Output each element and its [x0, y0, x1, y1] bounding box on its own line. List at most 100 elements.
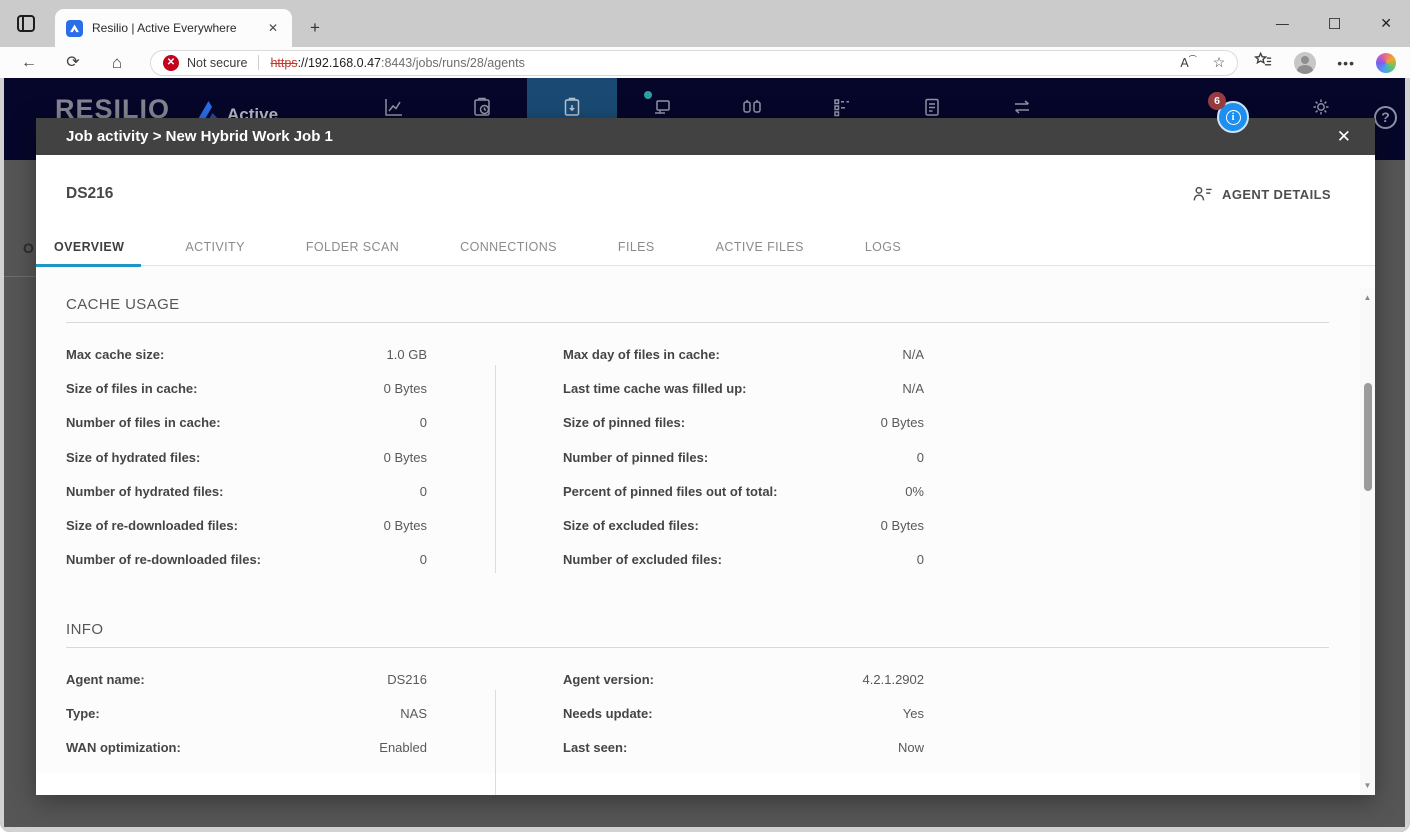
table-row: Size of re-downloaded files:0 Bytes	[66, 508, 427, 542]
modal-breadcrumb-title: Job activity > New Hybrid Work Job 1	[66, 128, 333, 145]
info-icon: i	[1226, 110, 1241, 125]
home-icon[interactable]: ⌂	[106, 55, 128, 71]
section-rule	[66, 647, 1329, 648]
section-rule	[66, 322, 1329, 323]
profile-avatar[interactable]	[1294, 52, 1316, 74]
notification-badge: 6	[1208, 92, 1226, 110]
favorite-star-icon[interactable]: ☆	[1213, 54, 1226, 71]
groups-icon[interactable]	[741, 96, 763, 118]
tab-logs[interactable]: LOGS	[865, 240, 901, 254]
table-row: Agent version:4.2.1.2902	[563, 662, 924, 696]
address-bar[interactable]: ✕ Not secure https://192.168.0.47:8443/j…	[150, 50, 1238, 76]
table-row: Last time cache was filled up:N/A	[563, 371, 924, 405]
scroll-up-icon[interactable]: ▲	[1360, 293, 1375, 302]
help-icon[interactable]: ?	[1374, 106, 1397, 129]
browser-toolbar: ← ⟳ ⌂ ✕ Not secure https://192.168.0.47:…	[0, 47, 1410, 78]
refresh-icon[interactable]: ⟳	[62, 55, 84, 71]
column-divider	[495, 690, 496, 795]
browser-window: Resilio | Active Everywhere ✕ + — ☐ ✕ ← …	[0, 0, 1410, 832]
cache-left-column: Max cache size:1.0 GB Size of files in c…	[66, 337, 427, 577]
dashboard-chart-icon[interactable]	[383, 96, 405, 118]
settings-menu-icon[interactable]: •••	[1337, 55, 1355, 71]
table-row: Needs update:Yes	[563, 696, 924, 730]
collections-icon[interactable]	[1254, 51, 1273, 75]
table-row: Size of files in cache:0 Bytes	[66, 371, 427, 405]
tab-files[interactable]: FILES	[618, 240, 655, 254]
cache-usage-section: CACHE USAGE Max cache size:1.0 GB Size o…	[66, 296, 1329, 577]
read-aloud-icon[interactable]: A⌒	[1180, 54, 1196, 70]
tab-overview[interactable]: OVERVIEW	[54, 240, 124, 254]
modal-scrollbar[interactable]: ▲ ▼	[1360, 288, 1375, 795]
window-close-button[interactable]: ✕	[1380, 15, 1392, 32]
table-row: Max cache size:1.0 GB	[66, 337, 427, 371]
agents-icon[interactable]	[651, 96, 673, 118]
cache-right-column: Max day of files in cache:N/A Last time …	[563, 337, 924, 577]
table-row: Number of excluded files:0	[563, 543, 924, 577]
info-right-column: Agent version:4.2.1.2902 Needs update:Ye…	[563, 662, 924, 765]
agent-name-title: DS216	[66, 185, 113, 203]
agent-details-icon	[1193, 186, 1213, 202]
url-host: ://192.168.0.47	[298, 56, 381, 70]
tab-connections[interactable]: CONNECTIONS	[460, 240, 557, 254]
window-frame-right	[1405, 78, 1410, 832]
scrollbar-thumb[interactable]	[1364, 383, 1372, 491]
table-row: Last seen:Now	[563, 731, 924, 765]
browser-title-bar: Resilio | Active Everywhere ✕ + — ☐ ✕	[0, 0, 1410, 47]
info-title: INFO	[66, 621, 1329, 638]
notification-area: i 6	[1203, 90, 1267, 150]
browser-tab[interactable]: Resilio | Active Everywhere ✕	[55, 9, 292, 47]
tab-close-icon[interactable]: ✕	[264, 20, 282, 36]
column-divider	[495, 365, 496, 573]
overview-content: CACHE USAGE Max cache size:1.0 GB Size o…	[36, 266, 1375, 773]
new-tab-button[interactable]: +	[310, 18, 320, 38]
job-runs-icon[interactable]	[561, 96, 583, 118]
table-row: WAN optimization:Enabled	[66, 731, 427, 765]
policies-icon[interactable]	[831, 96, 853, 118]
window-minimize-button[interactable]: —	[1276, 16, 1289, 31]
modal-close-icon[interactable]: ✕	[1333, 127, 1355, 147]
url-text[interactable]: https://192.168.0.47:8443/jobs/runs/28/a…	[270, 56, 1170, 70]
table-row: Number of pinned files:0	[563, 440, 924, 474]
table-row: Type:NAS	[66, 696, 427, 730]
table-row: Size of hydrated files:0 Bytes	[66, 440, 427, 474]
agents-status-dot	[644, 91, 652, 99]
tab-active-files[interactable]: ACTIVE FILES	[716, 240, 804, 254]
tab-actions-icon[interactable]	[17, 15, 35, 32]
table-row: Number of hydrated files:0	[66, 474, 427, 508]
not-secure-icon[interactable]: ✕	[163, 55, 179, 71]
not-secure-label[interactable]: Not secure	[187, 56, 247, 70]
cache-usage-title: CACHE USAGE	[66, 296, 1329, 313]
table-row: Size of pinned files:0 Bytes	[563, 406, 924, 440]
url-path: :8443/jobs/runs/28/agents	[381, 56, 525, 70]
background-tab-fragment: O	[23, 240, 34, 256]
transfers-icon[interactable]	[1011, 96, 1033, 118]
scroll-down-icon[interactable]: ▼	[1360, 781, 1375, 790]
tab-title: Resilio | Active Everywhere	[92, 21, 237, 35]
table-row: Number of files in cache:0	[66, 406, 427, 440]
table-row: Agent name:DS216	[66, 662, 427, 696]
copilot-icon[interactable]	[1376, 53, 1396, 73]
agent-details-button[interactable]: AGENT DETAILS	[1193, 186, 1331, 202]
table-row: Size of excluded files:0 Bytes	[563, 508, 924, 542]
table-row: Max day of files in cache:N/A	[563, 337, 924, 371]
window-frame-left	[0, 78, 4, 832]
back-icon[interactable]: ←	[18, 55, 40, 71]
url-divider	[258, 55, 259, 70]
window-frame-bottom	[0, 827, 1410, 832]
url-scheme: https	[270, 56, 297, 70]
window-maximize-button[interactable]: ☐	[1328, 15, 1341, 33]
resilio-favicon-icon	[66, 20, 83, 37]
background-divider-fragment	[0, 276, 36, 277]
tab-activity[interactable]: ACTIVITY	[185, 240, 244, 254]
reports-icon[interactable]	[921, 96, 943, 118]
tab-folder-scan[interactable]: FOLDER SCAN	[306, 240, 399, 254]
modal-header: Job activity > New Hybrid Work Job 1 ✕	[36, 118, 1375, 155]
table-row: Percent of pinned files out of total:0%	[563, 474, 924, 508]
info-left-column: Agent name:DS216 Type:NAS WAN optimizati…	[66, 662, 427, 765]
active-tab-underline	[36, 264, 141, 267]
scheduled-jobs-icon[interactable]	[471, 96, 493, 118]
info-section: INFO Agent name:DS216 Type:NAS WAN optim…	[66, 621, 1329, 765]
job-activity-modal: Job activity > New Hybrid Work Job 1 ✕ D…	[36, 118, 1375, 795]
agent-tabs: OVERVIEW ACTIVITY FOLDER SCAN CONNECTION…	[36, 228, 1375, 266]
gear-icon[interactable]	[1310, 96, 1332, 118]
